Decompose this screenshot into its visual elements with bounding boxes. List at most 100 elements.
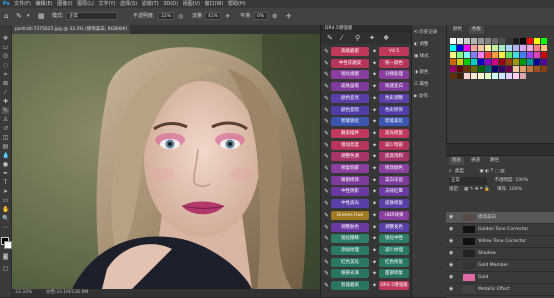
menu-edit[interactable]: 编辑(E) — [36, 0, 53, 8]
color-swatch[interactable] — [513, 66, 519, 72]
tab-color[interactable]: 颜色 — [450, 26, 465, 34]
layer-row[interactable]: ◉ Shadow — [446, 248, 554, 260]
color-swatch[interactable] — [464, 52, 470, 58]
plugin-button[interactable]: 面部修复 — [379, 269, 409, 279]
color-swatch[interactable] — [520, 38, 526, 44]
color-swatch[interactable] — [527, 38, 533, 44]
color-swatch[interactable] — [513, 52, 519, 58]
color-swatch[interactable] — [471, 38, 477, 44]
menu-layer[interactable]: 图层(L) — [77, 0, 94, 8]
zoom-level[interactable]: 33.33% — [15, 290, 32, 295]
color-swatch[interactable] — [457, 52, 463, 58]
plugin-button[interactable]: 调整发色 — [379, 222, 409, 232]
star-icon[interactable]: ✦ — [369, 34, 375, 42]
history-item[interactable]: ⟲ 历史记录 — [414, 28, 446, 38]
visibility-eye-icon[interactable]: ◉ — [449, 248, 453, 259]
frame-tool-icon[interactable]: ⊠ — [2, 80, 9, 87]
plugin-button[interactable]: 中性阴影 — [331, 187, 369, 197]
color-swatch[interactable] — [457, 38, 463, 44]
layer-opacity-input[interactable]: 100% — [515, 178, 528, 183]
color-swatch[interactable] — [534, 66, 540, 72]
canvas[interactable] — [12, 34, 320, 289]
plugin-button[interactable]: 分频处理 — [379, 70, 409, 80]
stamp-tool-icon[interactable]: ♙ — [2, 116, 9, 123]
color-swatch[interactable] — [506, 59, 512, 65]
crop-tool-icon[interactable]: ⌗ — [2, 71, 9, 78]
color-swatch[interactable] — [464, 66, 470, 72]
color-swatch[interactable] — [541, 45, 547, 51]
color-swatch[interactable] — [541, 59, 547, 65]
color-swatch[interactable] — [506, 52, 512, 58]
color-swatch[interactable] — [513, 73, 519, 79]
menu-window[interactable]: 窗口(W) — [205, 0, 224, 8]
plugin-button[interactable]: 快速变白 — [379, 82, 409, 92]
path-select-icon[interactable]: ➤ — [2, 188, 9, 195]
symmetry-icon[interactable]: ✣ — [286, 8, 291, 25]
color-swatch[interactable] — [513, 59, 519, 65]
properties-item[interactable]: ☰ 属性 — [414, 80, 446, 90]
color-swatch[interactable] — [499, 45, 505, 51]
more-tools-icon[interactable]: ⋯ — [2, 224, 9, 231]
layer-row[interactable]: ◉ Metallic Effect — [446, 284, 554, 296]
color-swatch[interactable] — [457, 59, 463, 65]
ps-logo[interactable]: Ps — [3, 0, 10, 8]
color-swatch[interactable] — [527, 59, 533, 65]
airbrush-icon[interactable]: ✈ — [225, 8, 230, 25]
color-swatch[interactable] — [471, 73, 477, 79]
color-swatch[interactable] — [464, 59, 470, 65]
plugin-button[interactable]: 美白牙齿 — [379, 175, 409, 185]
brush-panel-icon[interactable]: ▦ — [38, 8, 45, 25]
plugin-button[interactable]: 高光修复 — [379, 128, 409, 138]
plugin-button[interactable]: 修复瑕疵 — [331, 164, 369, 173]
plugin-button[interactable]: 去除红晕 — [379, 187, 409, 197]
color-swatch[interactable] — [471, 59, 477, 65]
plugin-button[interactable]: 智能锐化 — [331, 117, 369, 127]
plugin-button[interactable]: 智能磨皮 — [331, 281, 369, 290]
color-item[interactable]: ◑ 颜色 — [414, 68, 446, 78]
color-swatch[interactable] — [492, 45, 498, 51]
menu-file[interactable]: 文件(F) — [14, 0, 31, 8]
visibility-eye-icon[interactable]: ◉ — [449, 272, 453, 283]
filter-icons[interactable]: ▣ ◐ T ⬚ ▤ — [479, 169, 504, 174]
visibility-eye-icon[interactable]: ◉ — [449, 284, 453, 295]
visibility-eye-icon[interactable]: ◉ — [449, 260, 453, 271]
plugin-button[interactable]: 修改颜色 — [379, 164, 409, 173]
layer-kind-select[interactable]: 类型 — [455, 169, 464, 174]
menu-type[interactable]: 文字(Y) — [98, 0, 115, 8]
plugin-button[interactable]: 颜色变亮 — [331, 93, 369, 103]
color-swatch[interactable] — [520, 73, 526, 79]
history-brush-icon[interactable]: ↺ — [2, 125, 9, 132]
color-swatch[interactable] — [485, 38, 491, 44]
mode-select[interactable]: 正常 — [66, 12, 118, 20]
quick-mask-icon[interactable]: ◙ — [2, 253, 9, 260]
plugin-button[interactable]: 磨皮插件 — [331, 128, 369, 138]
flow-input[interactable]: 41% — [205, 12, 221, 20]
color-swatch[interactable] — [534, 38, 540, 44]
plugin-button[interactable]: 减少暗部 — [379, 140, 409, 150]
color-swatch[interactable] — [492, 59, 498, 65]
color-swatch[interactable] — [506, 45, 512, 51]
eraser-tool-icon[interactable]: ◫ — [2, 134, 9, 141]
plugin-button[interactable]: HDR效果 — [379, 210, 409, 220]
brush-icon[interactable]: ✎ — [327, 34, 333, 42]
plugin-button[interactable]: 锐化中性 — [379, 234, 409, 244]
tab-swatches[interactable]: 色板 — [469, 26, 484, 34]
color-swatch[interactable] — [527, 45, 533, 51]
color-swatch[interactable] — [506, 38, 512, 44]
plugin-button[interactable]: 锐化眼睛 — [331, 234, 369, 244]
adjustments-item[interactable]: ◐ 调整 — [414, 40, 446, 50]
color-swatch[interactable] — [450, 59, 456, 65]
visibility-eye-icon[interactable]: ◉ — [449, 212, 453, 223]
color-swatch[interactable] — [485, 66, 491, 72]
actions-item[interactable]: ▶ 动作 — [414, 92, 446, 102]
brush-tool-icon[interactable]: ✎ — [16, 8, 22, 25]
color-swatch[interactable] — [485, 45, 491, 51]
color-swatch[interactable] — [506, 66, 512, 72]
menu-help[interactable]: 帮助(H) — [228, 0, 246, 8]
layer-fill-input[interactable]: 100% — [509, 187, 522, 192]
color-swatch[interactable] — [520, 52, 526, 58]
color-swatch[interactable] — [478, 52, 484, 58]
plugin-button[interactable]: 提高饱和 — [379, 152, 409, 162]
color-swatch[interactable] — [478, 59, 484, 65]
plugin-button[interactable]: 红色修复 — [379, 257, 409, 267]
